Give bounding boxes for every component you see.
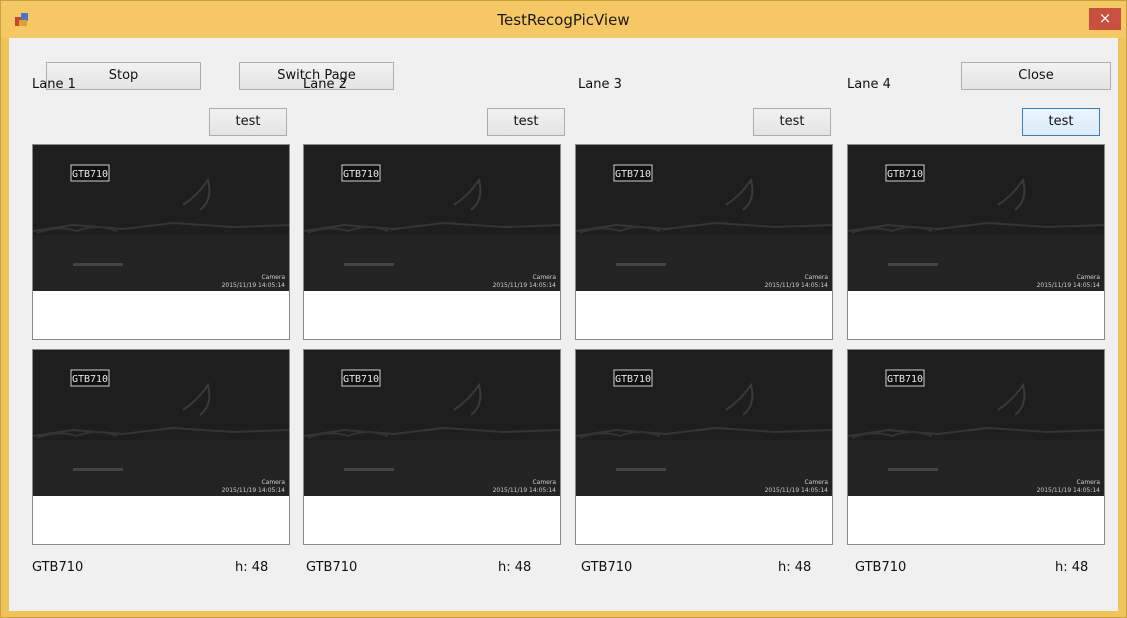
feed-plate-overlay: GTB710 xyxy=(887,374,923,385)
lane-1-image-frame-1: GTB710 Camera 2015/11/19 14:05:14 xyxy=(32,144,290,340)
feed-plate-overlay: GTB710 xyxy=(887,169,923,180)
lane-1-image-frame-2: GTB710 Camera 2015/11/19 14:05:14 xyxy=(32,349,290,545)
feed-camera-label: Camera xyxy=(1076,274,1100,281)
feed-plate-overlay: GTB710 xyxy=(615,169,651,180)
camera-feed-image: GTB710 Camera 2015/11/19 14:05:14 xyxy=(576,350,832,496)
lane-2-height-value: h: 48 xyxy=(498,560,532,575)
close-button[interactable]: Close xyxy=(961,62,1111,90)
feed-plate-overlay: GTB710 xyxy=(72,169,108,180)
feed-timestamp: 2015/11/19 14:05:14 xyxy=(765,282,829,289)
lane-4-test-button[interactable]: test xyxy=(1022,108,1100,136)
window-title: TestRecogPicView xyxy=(497,11,630,29)
feed-camera-label: Camera xyxy=(804,479,828,486)
lane-4-image-frame-2: GTB710 Camera 2015/11/19 14:05:14 xyxy=(847,349,1105,545)
lane-1-plate-result: GTB710 xyxy=(32,560,84,575)
feed-plate-overlay: GTB710 xyxy=(615,374,651,385)
feed-camera-label: Camera xyxy=(1076,479,1100,486)
lane-3-height-value: h: 48 xyxy=(778,560,812,575)
camera-feed-image: GTB710 Camera 2015/11/19 14:05:14 xyxy=(33,350,289,496)
camera-feed-image: GTB710 Camera 2015/11/19 14:05:14 xyxy=(848,350,1104,496)
camera-feed-image: GTB710 Camera 2015/11/19 14:05:14 xyxy=(848,145,1104,291)
feed-timestamp: 2015/11/19 14:05:14 xyxy=(1037,282,1101,289)
feed-timestamp: 2015/11/19 14:05:14 xyxy=(1037,487,1101,494)
feed-plate-overlay: GTB710 xyxy=(343,374,379,385)
lane-1-test-button[interactable]: test xyxy=(209,108,287,136)
window-close-button[interactable]: × xyxy=(1089,8,1121,30)
title-bar[interactable]: TestRecogPicView × xyxy=(1,1,1126,38)
lane-1-height-value: h: 48 xyxy=(235,560,269,575)
lane-3-test-button[interactable]: test xyxy=(753,108,831,136)
lane-4-plate-result: GTB710 xyxy=(855,560,907,575)
lane-4-image-frame-1: GTB710 Camera 2015/11/19 14:05:14 xyxy=(847,144,1105,340)
lane-2-label: Lane 2 xyxy=(303,77,347,92)
lane-1-label: Lane 1 xyxy=(32,77,76,92)
lane-3-label: Lane 3 xyxy=(578,77,622,92)
feed-timestamp: 2015/11/19 14:05:14 xyxy=(765,487,829,494)
feed-timestamp: 2015/11/19 14:05:14 xyxy=(222,487,286,494)
feed-plate-overlay: GTB710 xyxy=(343,169,379,180)
lane-4-label: Lane 4 xyxy=(847,77,891,92)
camera-feed-image: GTB710 Camera 2015/11/19 14:05:14 xyxy=(304,350,560,496)
feed-timestamp: 2015/11/19 14:05:14 xyxy=(222,282,286,289)
feed-camera-label: Camera xyxy=(532,479,556,486)
lane-2-plate-result: GTB710 xyxy=(306,560,358,575)
camera-feed-image: GTB710 Camera 2015/11/19 14:05:14 xyxy=(576,145,832,291)
feed-camera-label: Camera xyxy=(532,274,556,281)
feed-plate-overlay: GTB710 xyxy=(72,374,108,385)
lane-3-image-frame-2: GTB710 Camera 2015/11/19 14:05:14 xyxy=(575,349,833,545)
feed-timestamp: 2015/11/19 14:05:14 xyxy=(493,282,557,289)
lane-2-test-button[interactable]: test xyxy=(487,108,565,136)
lane-4-height-value: h: 48 xyxy=(1055,560,1089,575)
lane-2-image-frame-1: GTB710 Camera 2015/11/19 14:05:14 xyxy=(303,144,561,340)
feed-camera-label: Camera xyxy=(261,274,285,281)
feed-camera-label: Camera xyxy=(261,479,285,486)
camera-feed-image: GTB710 Camera 2015/11/19 14:05:14 xyxy=(304,145,560,291)
lane-3-image-frame-1: GTB710 Camera 2015/11/19 14:05:14 xyxy=(575,144,833,340)
lane-3-plate-result: GTB710 xyxy=(581,560,633,575)
feed-timestamp: 2015/11/19 14:05:14 xyxy=(493,487,557,494)
lane-2-image-frame-2: GTB710 Camera 2015/11/19 14:05:14 xyxy=(303,349,561,545)
camera-feed-image: GTB710 Camera 2015/11/19 14:05:14 xyxy=(33,145,289,291)
feed-camera-label: Camera xyxy=(804,274,828,281)
